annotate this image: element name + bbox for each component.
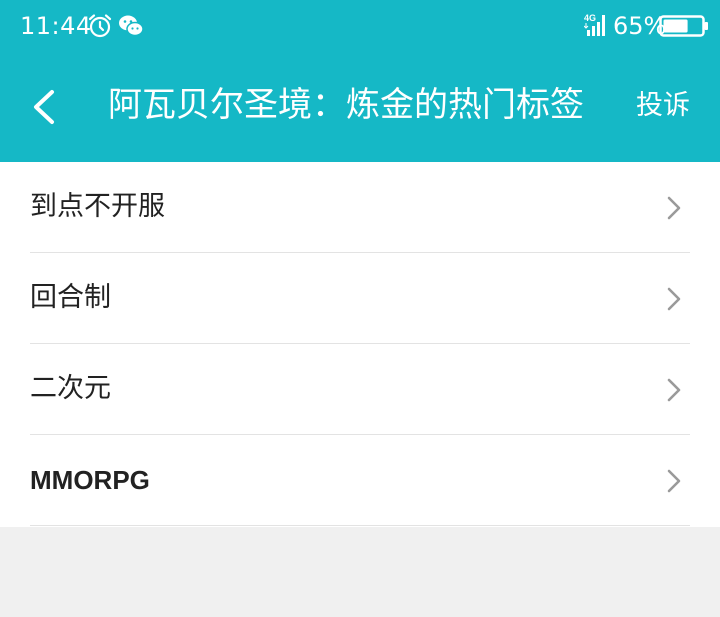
- report-button[interactable]: 投诉: [636, 87, 690, 125]
- back-button[interactable]: [22, 82, 66, 132]
- tag-label: 回合制: [30, 282, 111, 313]
- tag-row[interactable]: 二次元: [30, 344, 690, 435]
- nav-bar: 阿瓦贝尔圣境：炼金的热门标签 投诉: [0, 52, 720, 162]
- tag-label: 二次元: [30, 373, 111, 404]
- tag-row[interactable]: MMORPG: [30, 435, 690, 526]
- alarm-icon: [88, 14, 112, 38]
- wechat-icon: [119, 15, 144, 37]
- tag-row[interactable]: 到点不开服: [30, 162, 690, 253]
- tag-list: 到点不开服 回合制 二次元 MMORPG: [0, 162, 720, 527]
- status-bar: 11:44 4G 65%: [0, 0, 720, 52]
- network-type-label: 4G: [584, 13, 596, 23]
- chevron-right-icon: [667, 378, 681, 402]
- chevron-right-icon: [667, 196, 681, 220]
- chevron-left-icon: [34, 90, 54, 124]
- chevron-right-icon: [667, 469, 681, 493]
- status-time: 11:44: [20, 12, 92, 40]
- app-header: 11:44 4G 65% 阿瓦贝尔圣境：炼金的热门标签 投诉: [0, 0, 720, 162]
- tag-label: 到点不开服: [30, 191, 165, 222]
- battery-icon: [659, 15, 708, 37]
- signal-icon: 4G: [584, 13, 605, 36]
- tag-label: MMORPG: [30, 465, 150, 495]
- chevron-right-icon: [667, 287, 681, 311]
- page-title: 阿瓦贝尔圣境：炼金的热门标签: [108, 85, 584, 125]
- tag-row[interactable]: 回合制: [30, 253, 690, 344]
